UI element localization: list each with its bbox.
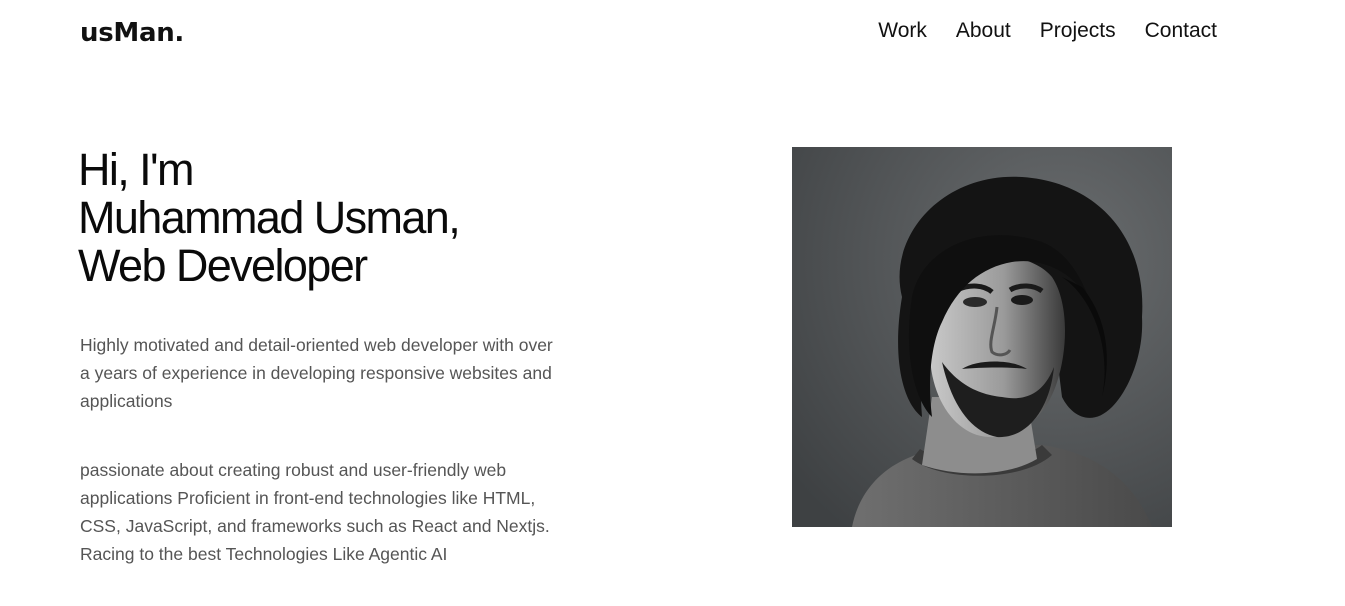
main-nav: Work About Projects Contact xyxy=(878,19,1217,43)
hero-title: Hi, I'm Muhammad Usman, Web Developer xyxy=(78,144,461,291)
portrait-photo xyxy=(792,147,1172,527)
hero-title-line-greeting: Hi, I'm xyxy=(78,144,194,195)
nav-link-projects[interactable]: Projects xyxy=(1040,19,1116,43)
hero-title-line-role: Web Developer xyxy=(78,240,368,291)
hero-title-line-name: Muhammad Usman, xyxy=(78,192,461,243)
nav-link-work[interactable]: Work xyxy=(878,19,927,43)
nav-link-about[interactable]: About xyxy=(956,19,1011,43)
hero-skills-paragraph: passionate about creating robust and use… xyxy=(80,460,550,564)
hero-intro-paragraph: Highly motivated and detail-oriented web… xyxy=(80,335,553,411)
site-logo[interactable]: usMan. xyxy=(80,18,184,48)
nav-link-contact[interactable]: Contact xyxy=(1145,19,1217,43)
